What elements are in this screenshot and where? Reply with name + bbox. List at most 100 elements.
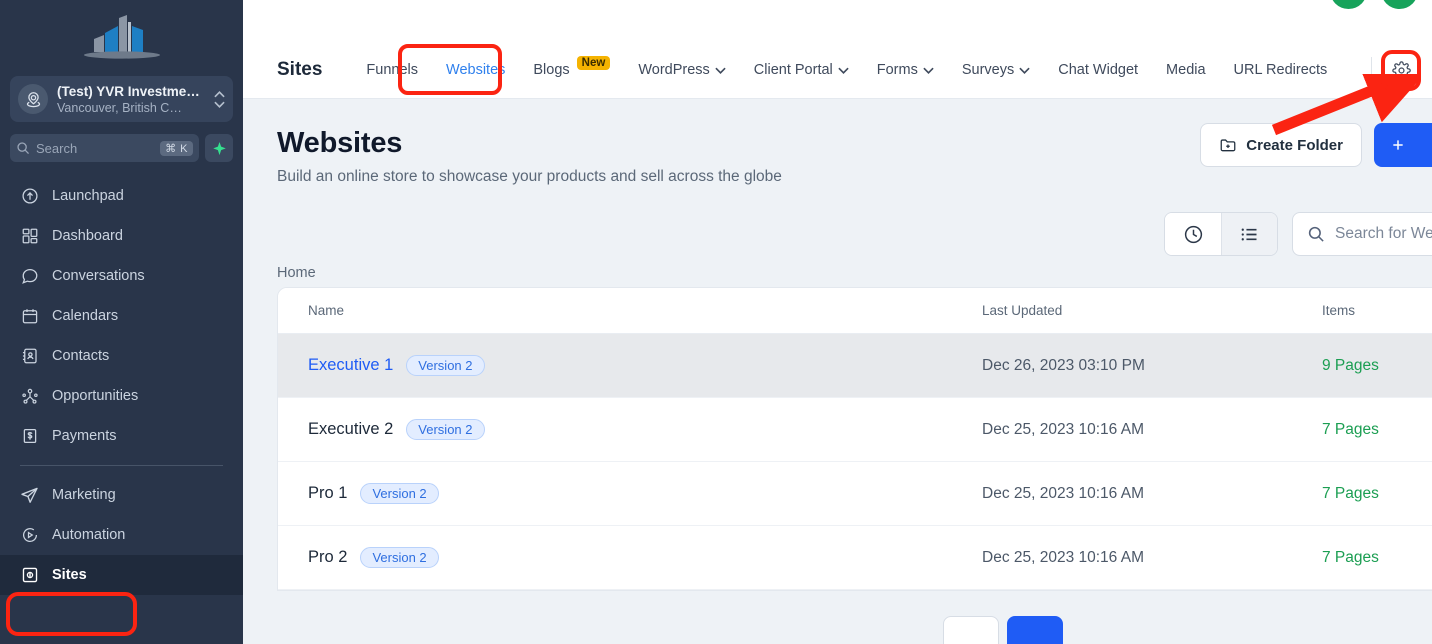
- websites-table: Name Last Updated Items Executive 1 Vers…: [277, 287, 1432, 591]
- account-name: (Test) YVR Investme…: [57, 83, 200, 99]
- sidebar-item-label: Calendars: [52, 308, 119, 324]
- pagination-next-button[interactable]: [1007, 616, 1063, 644]
- cell-last-updated: Dec 25, 2023 10:16 AM: [982, 420, 1145, 438]
- tab-blogs[interactable]: Blogs New: [519, 50, 624, 90]
- main-area: Sites Funnels Websites Blogs New WordPre…: [243, 0, 1432, 644]
- sidebar-search-row: Search ⌘ K: [10, 134, 233, 162]
- tab-url-redirects[interactable]: URL Redirects: [1220, 50, 1342, 90]
- search-icon: [17, 142, 29, 154]
- play-circle-icon: [20, 526, 39, 545]
- settings-gear-button[interactable]: [1384, 53, 1418, 87]
- chevron-down-icon: [1019, 67, 1030, 74]
- chat-bubble-icon: [20, 267, 39, 286]
- sidebar-item-dashboard[interactable]: Dashboard: [0, 216, 243, 256]
- version-badge: Version 2: [360, 547, 439, 568]
- section-title: Sites: [277, 59, 323, 80]
- tab-label: Websites: [446, 62, 506, 78]
- tab-wordpress[interactable]: WordPress: [624, 50, 739, 90]
- version-badge: Version 2: [360, 483, 439, 504]
- create-folder-button[interactable]: Create Folder: [1200, 123, 1362, 167]
- cell-last-updated: Dec 25, 2023 10:16 AM: [982, 484, 1145, 502]
- table-row[interactable]: Executive 1 Version 2 Dec 26, 2023 03:10…: [278, 334, 1432, 398]
- website-name[interactable]: Pro 1: [308, 484, 347, 503]
- cell-items[interactable]: 7 Pages: [1322, 485, 1432, 503]
- location-pin-icon: [18, 84, 48, 114]
- cell-name: Executive 2 Version 2: [278, 419, 982, 440]
- tab-label: Surveys: [961, 62, 1015, 78]
- page-subtitle: Build an online store to showcase your p…: [277, 168, 782, 185]
- gear-icon: [1391, 60, 1411, 80]
- cell-name: Executive 1 Version 2: [278, 355, 982, 376]
- paper-plane-icon: [20, 486, 39, 505]
- sidebar-item-payments[interactable]: Payments: [0, 416, 243, 456]
- sidebar-item-launchpad[interactable]: Launchpad: [0, 176, 243, 216]
- phone-call-button[interactable]: [1330, 0, 1367, 9]
- clock-history-icon: [1184, 225, 1202, 243]
- tab-forms[interactable]: Forms: [863, 50, 948, 90]
- tab-funnels[interactable]: Funnels: [352, 50, 432, 90]
- tab-websites[interactable]: Websites: [432, 50, 519, 90]
- ai-sparkle-button[interactable]: [205, 134, 233, 162]
- cell-items[interactable]: 9 Pages: [1322, 357, 1432, 375]
- search-shortcut-badge: ⌘ K: [160, 140, 193, 156]
- tab-chat-widget[interactable]: Chat Widget: [1044, 50, 1152, 90]
- sidebar-item-conversations[interactable]: Conversations: [0, 256, 243, 296]
- website-name[interactable]: Executive 2: [308, 420, 393, 439]
- announcements-button[interactable]: [1381, 0, 1418, 9]
- nav-tabs: Funnels Websites Blogs New WordPress Cli…: [352, 50, 1371, 90]
- breadcrumb[interactable]: Home: [277, 265, 316, 281]
- website-search-input[interactable]: Search for Website: [1292, 212, 1432, 256]
- new-badge: New: [576, 56, 611, 70]
- rocket-launch-icon: [20, 187, 39, 206]
- account-text: (Test) YVR Investme… Vancouver, British …: [57, 83, 204, 116]
- dashboard-grid-icon: [20, 227, 39, 246]
- opportunities-icon: [20, 387, 39, 406]
- sidebar-item-label: Marketing: [52, 487, 116, 503]
- logo-container: [0, 0, 243, 72]
- cell-items[interactable]: 7 Pages: [1322, 549, 1432, 567]
- calendar-icon: [20, 307, 39, 326]
- list-view-toggle[interactable]: [1221, 213, 1277, 255]
- create-website-button[interactable]: [1374, 123, 1432, 167]
- tab-label: WordPress: [638, 62, 710, 78]
- sidebar-item-calendars[interactable]: Calendars: [0, 296, 243, 336]
- website-name[interactable]: Pro 2: [308, 548, 347, 567]
- cell-last-updated: Dec 25, 2023 10:16 AM: [982, 548, 1145, 566]
- payments-icon: [20, 427, 39, 446]
- cell-last-updated: Dec 26, 2023 03:10 PM: [982, 356, 1145, 374]
- folder-plus-icon: [1220, 139, 1236, 152]
- chevron-updown-icon[interactable]: [213, 90, 225, 108]
- sidebar-item-opportunities[interactable]: Opportunities: [0, 376, 243, 416]
- view-toggle-group: [1164, 212, 1278, 256]
- header-actions: Create Folder: [1200, 123, 1432, 167]
- tab-surveys[interactable]: Surveys: [948, 50, 1044, 90]
- pagination-prev-button[interactable]: [943, 616, 999, 644]
- sidebar-item-sites[interactable]: Sites: [0, 555, 243, 595]
- sidebar-item-marketing[interactable]: Marketing: [0, 475, 243, 515]
- cell-items[interactable]: 7 Pages: [1322, 421, 1432, 439]
- table-row[interactable]: Executive 2 Version 2 Dec 25, 2023 10:16…: [278, 398, 1432, 462]
- tab-label: Chat Widget: [1058, 62, 1139, 78]
- search-input[interactable]: Search ⌘ K: [10, 134, 199, 162]
- tab-media[interactable]: Media: [1152, 50, 1220, 90]
- account-selector[interactable]: (Test) YVR Investme… Vancouver, British …: [10, 76, 233, 122]
- column-header-name: Name: [308, 303, 345, 318]
- table-row[interactable]: Pro 2 Version 2 Dec 25, 2023 10:16 AM 7 …: [278, 526, 1432, 590]
- sidebar-item-label: Dashboard: [52, 228, 123, 244]
- version-badge: Version 2: [406, 355, 485, 376]
- topbar-inner: Sites Funnels Websites Blogs New WordPre…: [277, 42, 1432, 98]
- website-name[interactable]: Executive 1: [308, 356, 393, 375]
- table-row[interactable]: Pro 1 Version 2 Dec 25, 2023 10:16 AM 7 …: [278, 462, 1432, 526]
- sidebar-nav: Launchpad Dashboard Conversations Calend…: [0, 176, 243, 644]
- sidebar-item-label: Contacts: [52, 348, 110, 364]
- history-view-toggle[interactable]: [1165, 213, 1221, 255]
- tab-client-portal[interactable]: Client Portal: [740, 50, 863, 90]
- sidebar-item-automation[interactable]: Automation: [0, 515, 243, 555]
- sidebar-item-label: Sites: [52, 567, 87, 583]
- column-header-items: Items: [1322, 303, 1356, 318]
- tab-label: URL Redirects: [1233, 62, 1328, 78]
- sidebar: (Test) YVR Investme… Vancouver, British …: [0, 0, 243, 644]
- sidebar-item-contacts[interactable]: Contacts: [0, 336, 243, 376]
- sidebar-item-label: Automation: [52, 527, 126, 543]
- page-content: Websites Build an online store to showca…: [243, 99, 1432, 644]
